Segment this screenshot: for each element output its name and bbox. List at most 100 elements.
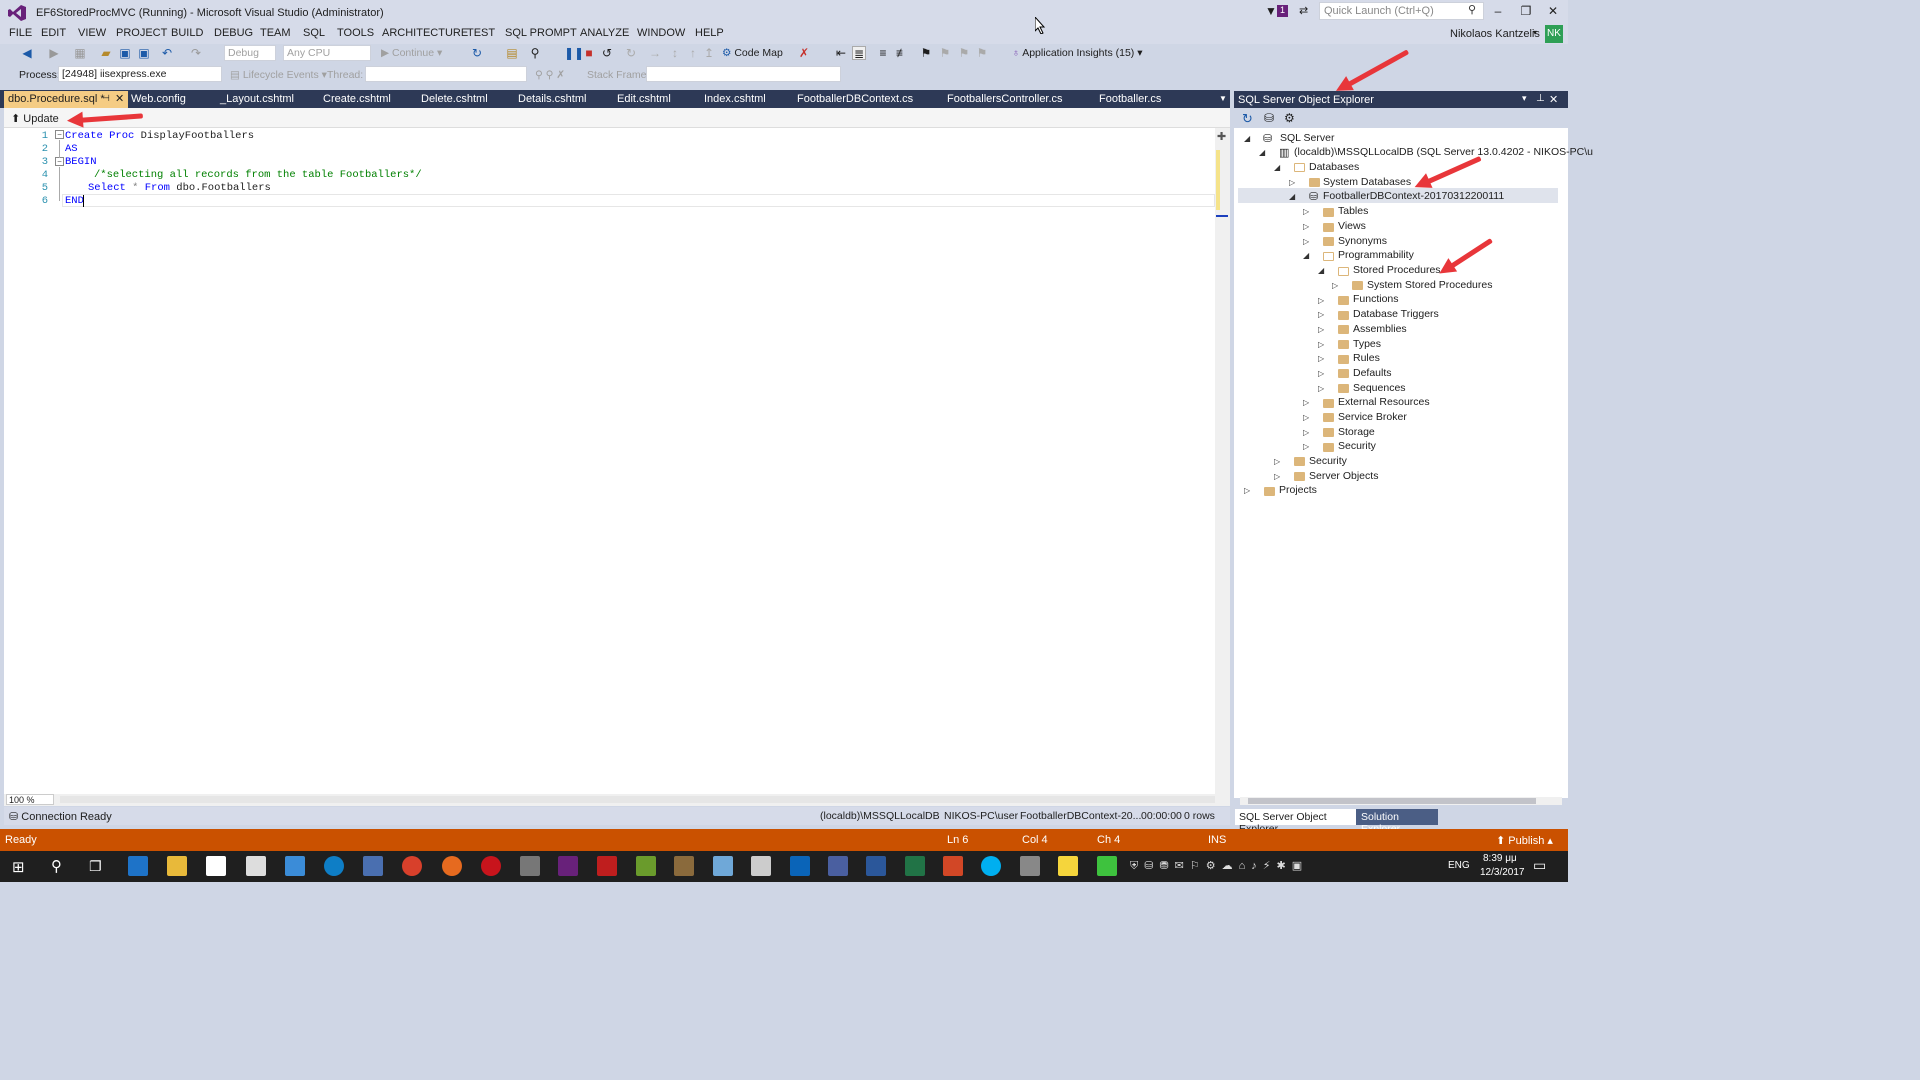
task-view-icon[interactable]: ❐ xyxy=(89,858,102,875)
next-bookmark-icon[interactable]: ⚑ xyxy=(957,46,971,60)
collapse-arrow-icon[interactable]: ◢ xyxy=(1244,134,1250,143)
tree-node-assemblies[interactable]: Assemblies xyxy=(1353,323,1407,335)
expand-arrow-icon[interactable]: ▷ xyxy=(1274,457,1280,466)
user-name[interactable]: Nikolaos Kantzelis xyxy=(1450,28,1540,40)
tab-delete[interactable]: Delete.cshtml xyxy=(421,93,488,105)
pin-icon[interactable]: ⊥ xyxy=(1536,93,1545,104)
tree-node-external-resources[interactable]: External Resources xyxy=(1338,396,1430,408)
remote-desktop-icon[interactable] xyxy=(285,856,305,876)
filter-threads-icon[interactable]: ⚲ ⚲ ✗ xyxy=(535,69,565,81)
process-select[interactable]: [24948] iisexpress.exe xyxy=(58,66,222,82)
notepad-plus-icon[interactable] xyxy=(636,856,656,876)
menu-team[interactable]: TEAM xyxy=(260,27,291,39)
tab-web-config[interactable]: Web.config xyxy=(131,93,186,105)
refresh-icon[interactable]: ↻ xyxy=(470,46,484,60)
undo-icon[interactable]: ↶ xyxy=(160,46,174,60)
feedback-icon[interactable]: ⇄ xyxy=(1299,4,1308,17)
menu-sql[interactable]: SQL xyxy=(303,27,325,39)
forward-icon[interactable]: ▶ xyxy=(47,46,61,60)
format-icon[interactable]: ≣ xyxy=(852,46,866,61)
tree-node-system-databases[interactable]: System Databases xyxy=(1323,176,1411,188)
tab-solution-explorer[interactable]: Solution Explorer xyxy=(1356,809,1438,835)
quick-launch-input[interactable]: Quick Launch (Ctrl+Q) xyxy=(1319,2,1484,20)
zoom-icon[interactable]: ⚲ xyxy=(528,46,542,60)
back-icon[interactable]: ◀ xyxy=(20,46,34,60)
editor-icon[interactable] xyxy=(713,856,733,876)
menu-sql-prompt[interactable]: SQL PROMPT xyxy=(505,27,577,39)
add-server-icon[interactable]: ⛁ xyxy=(1264,111,1274,125)
chevron-down-icon[interactable]: ▾ xyxy=(1533,28,1537,37)
expand-arrow-icon[interactable]: ▷ xyxy=(1332,281,1338,290)
tree-node-storage[interactable]: Storage xyxy=(1338,426,1375,438)
editor-horizontal-scrollbar[interactable] xyxy=(60,796,1215,803)
step-into-icon[interactable]: → xyxy=(648,46,662,60)
expand-arrow-icon[interactable]: ▷ xyxy=(1303,442,1309,451)
camtasia-icon[interactable] xyxy=(1097,856,1117,876)
open-folder-icon[interactable]: ▰ xyxy=(99,46,113,60)
prev-bookmark-icon[interactable]: ⚑ xyxy=(938,46,952,60)
edge-icon[interactable] xyxy=(128,856,148,876)
tab-overflow-icon[interactable]: ▼ xyxy=(1219,94,1227,103)
restart-icon[interactable]: ↺ xyxy=(600,46,614,60)
expand-arrow-icon[interactable]: ▷ xyxy=(1318,384,1324,393)
code-map-button[interactable]: ⚙ Code Map xyxy=(722,47,783,59)
filter-settings-icon[interactable]: ⚙ xyxy=(1284,111,1295,125)
tree-node-footballer-db[interactable]: FootballerDBContext-20170312200111 xyxy=(1323,190,1504,202)
bookmark-icon[interactable]: ⚑ xyxy=(919,46,933,60)
tree-node-server-objects[interactable]: Server Objects xyxy=(1309,470,1378,482)
tree-node-functions[interactable]: Functions xyxy=(1353,293,1399,305)
zoom-select[interactable]: 100 % xyxy=(6,794,54,805)
save-icon[interactable]: ▣ xyxy=(118,46,132,60)
comment-icon[interactable]: ≡ xyxy=(876,46,890,60)
close-window-button[interactable]: ✕ xyxy=(1543,4,1563,20)
expand-arrow-icon[interactable]: ▷ xyxy=(1274,472,1280,481)
menu-project[interactable]: PROJECT xyxy=(116,27,167,39)
expand-arrow-icon[interactable]: ▷ xyxy=(1318,369,1324,378)
continue-button[interactable]: ▶ Continue ▾ xyxy=(381,47,442,59)
tab-create[interactable]: Create.cshtml xyxy=(323,93,391,105)
sql-editor[interactable] xyxy=(4,128,1230,794)
refresh-icon[interactable]: ↻ xyxy=(1242,111,1253,127)
save-all-icon[interactable]: ▣ xyxy=(137,46,151,60)
lifecycle-events-button[interactable]: ▤ Lifecycle Events ▾ xyxy=(230,69,327,81)
clock-time[interactable]: 8:39 μμ xyxy=(1483,853,1517,864)
stop-icon[interactable]: ■ xyxy=(582,46,596,60)
menu-window[interactable]: WINDOW xyxy=(637,27,685,39)
teamviewer-icon[interactable] xyxy=(324,856,344,876)
update-button[interactable]: ⬆ Update xyxy=(11,112,59,125)
tab-footballer-db-context[interactable]: FootballerDBContext.cs xyxy=(797,93,913,105)
editor-vertical-scrollbar[interactable] xyxy=(1215,128,1230,794)
language-indicator[interactable]: ENG xyxy=(1448,860,1470,871)
collapse-arrow-icon[interactable]: ◢ xyxy=(1318,266,1324,275)
tree-node-defaults[interactable]: Defaults xyxy=(1353,367,1392,379)
minimize-button[interactable]: – xyxy=(1488,4,1508,20)
menu-help[interactable]: HELP xyxy=(695,27,724,39)
show-next-statement-icon[interactable]: ↻ xyxy=(624,46,638,60)
expand-arrow-icon[interactable]: ▷ xyxy=(1244,486,1250,495)
tree-node-rules[interactable]: Rules xyxy=(1353,352,1380,364)
redo-icon[interactable]: ↷ xyxy=(189,46,203,60)
platform-select[interactable]: Any CPU xyxy=(283,45,371,61)
outlook-icon[interactable] xyxy=(790,856,810,876)
system-tray-icons[interactable]: ⛨⛁⛃✉⚐⚙☁⌂♪⚡✱▣ xyxy=(1130,859,1308,873)
expand-arrow-icon[interactable]: ▷ xyxy=(1318,340,1324,349)
close-panel-icon[interactable]: ✕ xyxy=(1549,93,1558,106)
sticky-notes-icon[interactable] xyxy=(1058,856,1078,876)
clock-date[interactable]: 12/3/2017 xyxy=(1480,867,1525,878)
split-icon[interactable]: ✚ xyxy=(1217,130,1226,143)
restore-button[interactable]: ❐ xyxy=(1516,4,1536,20)
pin-icon[interactable]: ⊣ xyxy=(102,93,110,104)
step-back-icon[interactable]: ↥ xyxy=(702,46,716,60)
skype-icon[interactable] xyxy=(981,856,1001,876)
tree-node-tables[interactable]: Tables xyxy=(1338,205,1368,217)
tree-node-service-broker[interactable]: Service Broker xyxy=(1338,411,1407,423)
tree-node-security[interactable]: Security xyxy=(1309,455,1347,467)
stack-frame-select[interactable] xyxy=(646,66,841,82)
expand-arrow-icon[interactable]: ▷ xyxy=(1303,428,1309,437)
tree-node-db-security[interactable]: Security xyxy=(1338,440,1376,452)
tree-node-synonyms[interactable]: Synonyms xyxy=(1338,235,1387,247)
chrome-icon[interactable] xyxy=(402,856,422,876)
configuration-select[interactable]: Debug xyxy=(224,45,276,61)
step-out-icon[interactable]: ↑ xyxy=(686,46,700,60)
expand-arrow-icon[interactable]: ▷ xyxy=(1303,222,1309,231)
